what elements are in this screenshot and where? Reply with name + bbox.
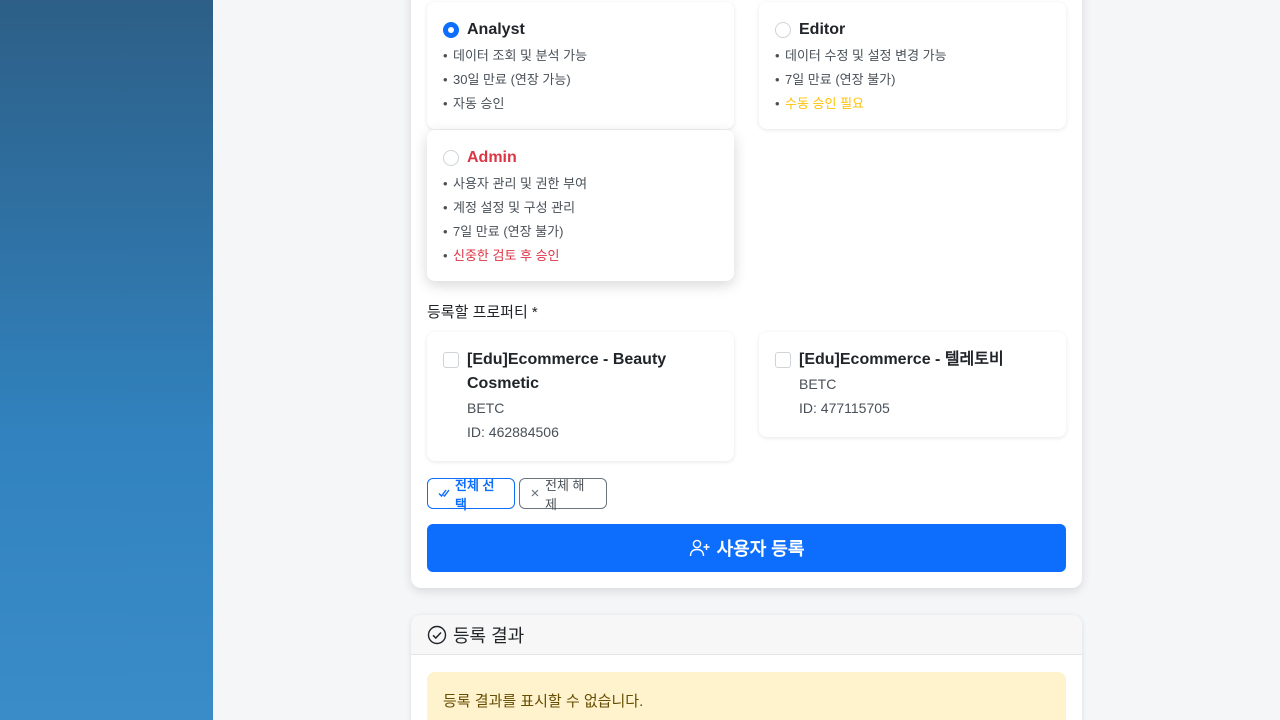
result-card: 등록 결과 등록 결과를 표시할 수 없습니다. xyxy=(411,615,1082,720)
result-alert: 등록 결과를 표시할 수 없습니다. xyxy=(427,672,1066,720)
role-bullet: • 30일 만료 (연장 가능) xyxy=(443,72,571,87)
properties-label: 등록할 프로퍼티 * xyxy=(427,304,538,321)
property-code: BETC xyxy=(467,400,505,416)
role-bullet: • 7일 만료 (연장 불가) xyxy=(443,224,564,239)
deselect-all-button[interactable]: 전체 해제 xyxy=(519,478,607,512)
sidebar xyxy=(0,0,213,720)
register-user-label: 사용자 등록 xyxy=(716,539,805,559)
result-header: 등록 결과 xyxy=(411,615,1082,655)
check-circle-icon xyxy=(427,625,447,644)
check-double-icon xyxy=(438,487,450,501)
select-all-label: 전체 선택 xyxy=(455,477,495,512)
property-checkbox[interactable] xyxy=(775,352,791,368)
role-title: Editor xyxy=(799,21,846,38)
role-card-admin[interactable]: Admin • 사용자 관리 및 권한 부여 • 계정 설정 및 구성 관리 • 7일… xyxy=(427,130,734,281)
register-user-button[interactable]: 사용자 등록 xyxy=(427,524,1066,572)
role-bullet: • 데이터 조회 및 분석 가능 xyxy=(443,48,588,63)
role-radio-analyst[interactable] xyxy=(443,22,459,38)
property-name: [Edu]Ecommerce - Beauty xyxy=(467,351,667,368)
x-icon xyxy=(530,487,540,501)
result-title: 등록 결과 xyxy=(453,625,525,646)
property-code: BETC xyxy=(799,376,837,392)
role-bullet: • 계정 설정 및 구성 관리 xyxy=(443,200,576,215)
role-bullet: • 신중한 검토 후 승인 xyxy=(443,248,560,263)
property-checkbox[interactable] xyxy=(443,352,459,368)
property-card-beauty[interactable]: [Edu]Ecommerce - Beauty Cosmetic BETC ID… xyxy=(427,332,734,461)
property-id: ID: 462884506 xyxy=(467,424,559,440)
role-bullet: • 수동 승인 필요 xyxy=(775,96,864,111)
role-title: Analyst xyxy=(467,21,525,38)
deselect-all-label: 전체 해제 xyxy=(545,477,585,512)
role-bullet: • 7일 만료 (연장 불가) xyxy=(775,72,896,87)
property-name: [Edu]Ecommerce - 텔레토비 xyxy=(799,351,1004,368)
property-card-teletubbies[interactable]: [Edu]Ecommerce - 텔레토비 BETC ID: 477115705 xyxy=(759,332,1066,437)
role-title: Admin xyxy=(467,149,517,166)
role-bullet: • 데이터 수정 및 설정 변경 가능 xyxy=(775,48,947,63)
property-name-cont: Cosmetic xyxy=(467,375,540,392)
role-radio-admin[interactable] xyxy=(443,150,459,166)
user-plus-icon xyxy=(689,539,710,557)
role-bullet: • 사용자 관리 및 권한 부여 xyxy=(443,176,588,191)
select-all-button[interactable]: 전체 선택 xyxy=(427,478,515,512)
role-bullet: • 자동 승인 xyxy=(443,96,505,111)
property-id: ID: 477115705 xyxy=(799,400,890,416)
role-card-analyst[interactable]: Analyst • 데이터 조회 및 분석 가능 • 30일 만료 (연장 가능) … xyxy=(427,2,734,129)
role-card-editor[interactable]: Editor • 데이터 수정 및 설정 변경 가능 • 7일 만료 (연장 불가)… xyxy=(759,2,1066,129)
role-radio-editor[interactable] xyxy=(775,22,791,38)
